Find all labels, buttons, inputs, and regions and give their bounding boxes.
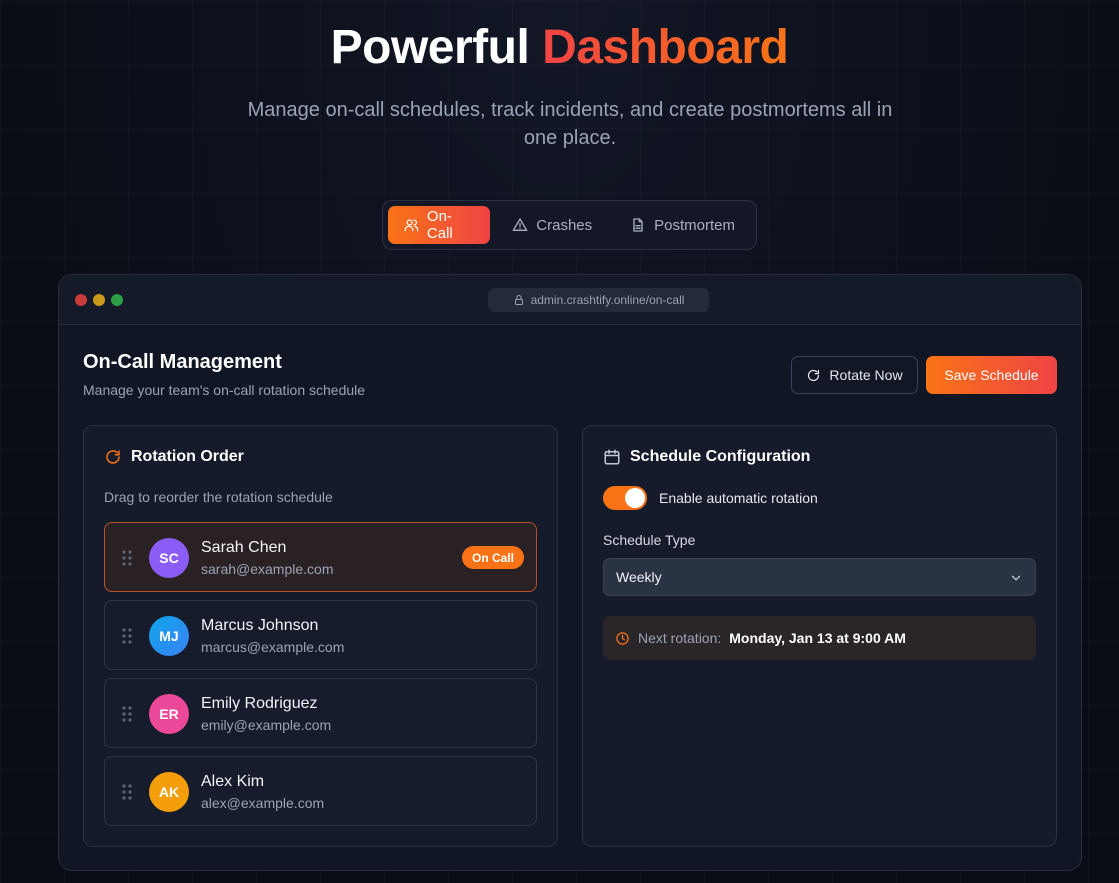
drag-handle-icon[interactable] [122, 705, 132, 723]
member-card[interactable]: MJ Marcus Johnson marcus@example.com [104, 600, 537, 670]
next-rotation-info: Next rotation: Monday, Jan 13 at 9:00 AM [603, 616, 1036, 660]
member-name: Marcus Johnson [201, 617, 319, 634]
rotation-order-title: Rotation Order [131, 448, 244, 465]
rotation-order-header: Rotation Order [104, 448, 244, 466]
tab-on-call[interactable]: On-Call [388, 206, 491, 244]
tab-label: Crashes [536, 216, 593, 234]
calendar-icon [604, 449, 620, 465]
document-icon [633, 218, 643, 232]
schedule-type-label: Schedule Type [603, 532, 696, 548]
avatar: SC [149, 538, 189, 578]
member-card[interactable]: ER Emily Rodriguez emily@example.com [104, 678, 537, 748]
hero-title: Powerful Dashboard [0, 20, 1119, 76]
member-card[interactable]: AK Alex Kim alex@example.com [104, 756, 537, 826]
close-dot[interactable] [75, 294, 87, 306]
rotate-now-button[interactable]: Rotate Now [791, 356, 918, 394]
auto-rotation-label: Enable automatic rotation [659, 490, 818, 506]
schedule-type-select[interactable]: Weekly [603, 558, 1036, 596]
avatar: AK [149, 772, 189, 812]
hero-title-accent: Dashboard [542, 21, 789, 74]
member-email: marcus@example.com [201, 639, 345, 655]
users-icon [404, 219, 419, 232]
save-schedule-button[interactable]: Save Schedule [926, 356, 1057, 394]
rotation-order-panel: Rotation Order Drag to reorder the rotat… [83, 425, 558, 847]
drag-handle-icon[interactable] [122, 783, 132, 801]
tab-label: Postmortem [654, 216, 735, 234]
member-email: emily@example.com [201, 717, 332, 733]
next-rotation-label: Next rotation: [638, 630, 722, 646]
lock-icon [514, 295, 523, 305]
url-text: admin.crashtify.online/on-call [530, 293, 685, 307]
warning-icon [512, 218, 528, 231]
hero-subtitle: Manage on-call schedules, track incident… [247, 99, 893, 149]
feature-tabs: On-Call Crashes Postmortem [382, 200, 757, 250]
url-bar[interactable]: admin.crashtify.online/on-call [488, 288, 709, 312]
tab-postmortem[interactable]: Postmortem [614, 206, 751, 244]
auto-rotation-toggle[interactable] [603, 486, 647, 510]
member-email: alex@example.com [201, 795, 325, 811]
schedule-type-value: Weekly [616, 569, 662, 585]
refresh-icon [808, 369, 820, 381]
avatar: ER [149, 694, 189, 734]
member-name: Emily Rodriguez [201, 695, 318, 712]
rotate-now-label: Rotate Now [829, 367, 903, 383]
toggle-knob [625, 488, 645, 508]
next-rotation-value: Monday, Jan 13 at 9:00 AM [729, 630, 906, 646]
drag-handle-icon[interactable] [122, 627, 132, 645]
page-subtitle: Manage your team's on-call rotation sche… [83, 382, 366, 398]
clock-icon [616, 631, 629, 645]
member-email: sarah@example.com [201, 561, 334, 577]
avatar: MJ [149, 616, 189, 656]
member-name: Alex Kim [201, 773, 265, 790]
schedule-config-panel: Schedule Configuration Enable automatic … [582, 425, 1057, 847]
refresh-icon [106, 450, 120, 464]
tab-label: On-Call [426, 208, 453, 242]
on-call-badge: On Call [461, 546, 524, 569]
schedule-config-header: Schedule Configuration [603, 448, 810, 466]
browser-window: admin.crashtify.online/on-call On-Call M… [58, 274, 1082, 871]
rotation-hint: Drag to reorder the rotation schedule [104, 489, 333, 505]
page-title: On-Call Management [83, 351, 282, 373]
drag-handle-icon[interactable] [122, 549, 132, 567]
schedule-config-title: Schedule Configuration [630, 448, 811, 465]
hero-title-main: Powerful [330, 21, 530, 74]
chevron-down-icon [1011, 575, 1021, 581]
minimize-dot[interactable] [93, 294, 105, 306]
tab-crashes[interactable]: Crashes [496, 206, 608, 244]
member-card[interactable]: SC Sarah Chen sarah@example.com On Call [104, 522, 537, 592]
maximize-dot[interactable] [111, 294, 123, 306]
window-titlebar: admin.crashtify.online/on-call [59, 275, 1081, 325]
member-name: Sarah Chen [201, 539, 287, 556]
